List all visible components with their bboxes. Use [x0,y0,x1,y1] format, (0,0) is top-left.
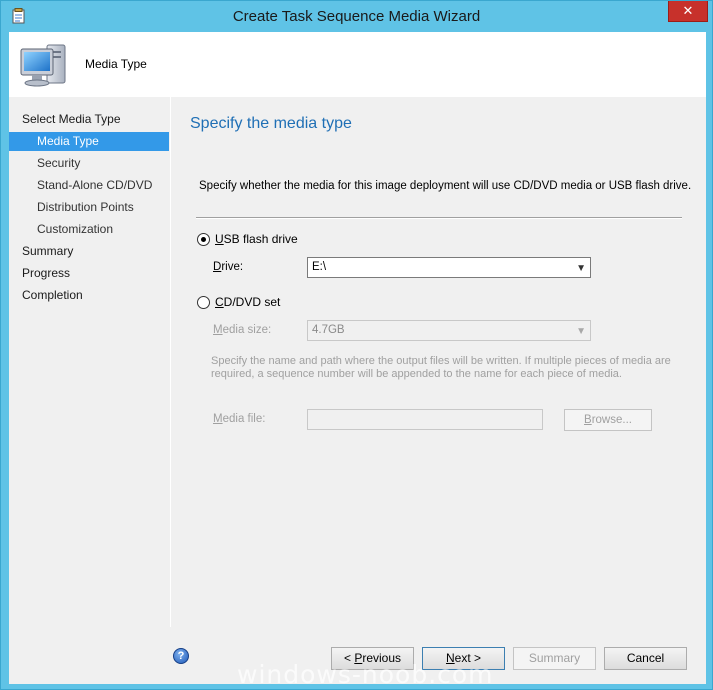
media-size-label: Media size: [213,324,271,336]
browse-label-text: rowse... [591,414,632,426]
nav-item-distribution-points[interactable]: Distribution Points [9,198,169,217]
watermark: windows-noob.com [237,660,494,689]
usb-flash-drive-label[interactable]: USB flash drive [215,232,298,246]
drive-label: Drive: [213,261,243,273]
chevron-down-icon: ▼ [576,263,586,274]
usb-label-accelerator: U [215,232,224,246]
radio-selected-dot [201,237,206,242]
drive-select-value: E:\ [312,261,327,273]
media-file-input[interactable] [307,409,543,430]
wizard-nav: Select Media Type Media Type Security St… [9,97,170,684]
drive-select[interactable]: E:\ ▼ [307,257,591,278]
wizard-window: Create Task Sequence Media Wizard ✕ Medi… [0,0,713,690]
wizard-client-area: Media Type Select Media Type Media Type … [9,32,706,684]
media-file-label: Media file: [213,413,265,425]
output-files-note: Specify the name and path where the outp… [211,355,671,380]
usb-flash-drive-radio[interactable] [197,233,210,246]
media-size-select[interactable]: 4.7GB ▼ [307,320,591,341]
summary-button[interactable]: Summary [513,647,596,670]
close-button[interactable]: ✕ [668,1,708,22]
page-description: Specify whether the media for this image… [199,180,692,192]
cd-dvd-set-radio[interactable] [197,296,210,309]
nav-item-select-media-type[interactable]: Select Media Type [9,110,169,129]
media-file-accelerator: M [213,413,223,425]
wizard-header: Media Type [9,32,706,97]
cddvd-label-text: D/DVD set [223,295,281,309]
cd-dvd-set-label[interactable]: CD/DVD set [215,295,280,309]
usb-label-text: SB flash drive [223,232,298,246]
help-icon[interactable]: ? [173,648,189,664]
separator [196,217,682,219]
browse-accelerator: B [584,414,592,426]
nav-item-customization[interactable]: Customization [9,220,169,239]
nav-item-security[interactable]: Security [9,154,169,173]
computer-icon [20,44,66,87]
nav-item-completion[interactable]: Completion [9,286,169,305]
media-size-value: 4.7GB [312,324,345,336]
nav-item-progress[interactable]: Progress [9,264,169,283]
nav-item-stand-alone-cd-dvd[interactable]: Stand-Alone CD/DVD [9,176,169,195]
nav-item-summary[interactable]: Summary [9,242,169,261]
cddvd-label-accelerator: C [215,295,224,309]
drive-label-text: rive: [221,261,244,273]
media-size-accelerator: M [213,324,223,336]
page-title: Specify the media type [190,115,352,132]
media-file-label-text: edia file: [222,413,266,425]
nav-item-media-type[interactable]: Media Type [9,132,169,151]
cancel-button[interactable]: Cancel [604,647,687,670]
wizard-page: Specify the media type Specify whether t… [170,97,706,627]
chevron-down-icon: ▼ [576,326,586,337]
window-title: Create Task Sequence Media Wizard [232,8,481,25]
browse-button[interactable]: Browse... [564,409,652,431]
media-size-label-text: edia size: [222,324,272,336]
header-title: Media Type [85,57,147,71]
title-bar[interactable]: Create Task Sequence Media Wizard ✕ [1,1,712,32]
